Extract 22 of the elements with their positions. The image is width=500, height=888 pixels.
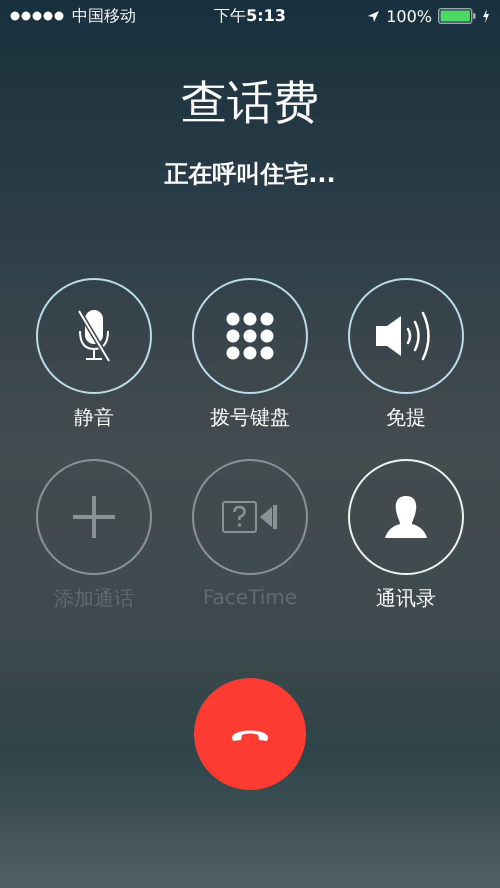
speaker-button[interactable] [348, 278, 464, 394]
button-label: 静音 [74, 404, 114, 431]
signal-icon [10, 11, 66, 21]
person-icon [384, 495, 428, 539]
contacts-button[interactable] [348, 459, 464, 575]
button-label: 拨号键盘 [210, 404, 290, 431]
call-status: 正在呼叫住宅... [164, 159, 336, 190]
charging-icon [482, 9, 490, 23]
battery-icon [438, 8, 476, 24]
video-camera-icon [222, 501, 278, 533]
plus-icon [73, 496, 115, 538]
button-label: 通讯录 [376, 585, 436, 612]
location-icon [367, 10, 380, 22]
button-label: 免提 [386, 404, 426, 431]
battery-percent: 100% [386, 6, 432, 26]
clock-time: 下午5:13 [214, 6, 286, 26]
keypad-button[interactable] [192, 278, 308, 394]
mute-button[interactable] [36, 278, 152, 394]
carrier-name: 中国移动 [72, 6, 136, 26]
keypad-icon [226, 312, 274, 360]
caller-name: 查话费 [181, 74, 319, 131]
muted-microphone-icon [77, 309, 111, 363]
